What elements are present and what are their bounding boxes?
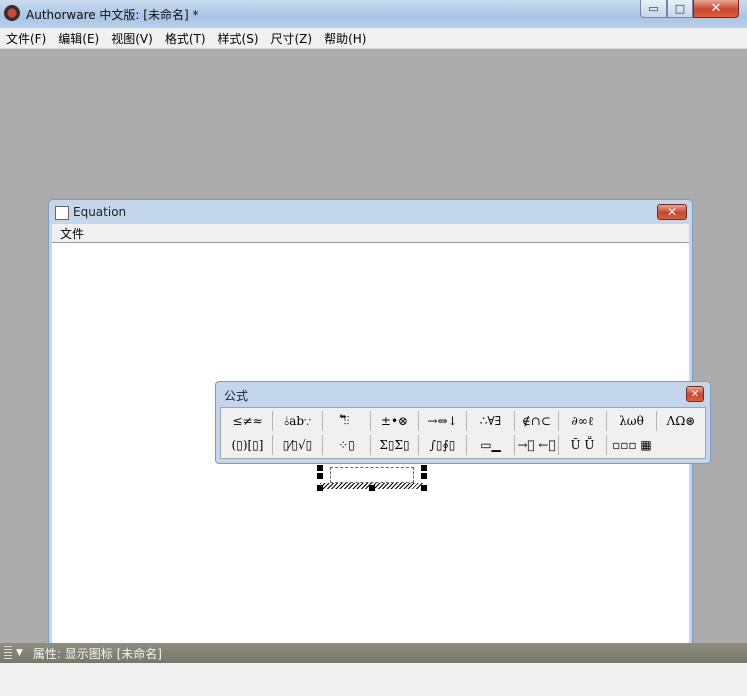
resize-handle[interactable] (317, 473, 323, 479)
misc-symbols-button[interactable]: ∂∞ℓ (559, 411, 607, 431)
summation-templates-button[interactable]: Σ▯Σ▯ (371, 435, 419, 455)
greek-lowercase-button[interactable]: λωθ (607, 411, 657, 431)
menu-style[interactable]: 样式(S) (212, 30, 265, 47)
properties-title: 属性: 显示图标 [未命名] (32, 646, 162, 661)
palette-close-button[interactable]: ✕ (686, 386, 704, 402)
equation-close-button[interactable]: ✕ (657, 204, 687, 220)
spaces-ellipses-button[interactable]: ⫰ab∵ (273, 411, 323, 431)
greek-uppercase-button[interactable]: ΛΩ⊛ (657, 411, 705, 431)
fence-templates-button[interactable]: (▯)[▯] (223, 435, 273, 455)
properties-bar[interactable]: ▼ 属性: 显示图标 [未命名] (0, 643, 747, 663)
palette-row-1: ≤≠≈ ⫰ab∵ ⫶⃗⃖⫶ ±•⊗ →⇔↓ ∴∀∃ ∉∩⊂ ∂∞ℓ λωθ ΛΩ… (223, 410, 705, 432)
equation-menu-file[interactable]: 文件 (52, 225, 84, 242)
properties-body (0, 663, 747, 696)
menu-format[interactable]: 格式(T) (159, 30, 212, 47)
integral-templates-button[interactable]: ∫▯∮▯ (419, 435, 467, 455)
main-menubar: 文件(F) 编辑(E) 视图(V) 格式(T) 样式(S) 尺寸(Z) 帮助(H… (0, 28, 747, 49)
main-titlebar: Authorware 中文版: [未命名] * ▭ □ ✕ (0, 0, 747, 29)
resize-handle[interactable] (317, 485, 323, 491)
resize-handle[interactable] (421, 485, 427, 491)
authorware-app-icon (4, 5, 20, 21)
menu-edit[interactable]: 编辑(E) (52, 30, 105, 47)
bar-templates-button[interactable]: ▭▁ (467, 435, 515, 455)
menu-size[interactable]: 尺寸(Z) (265, 30, 319, 47)
close-button[interactable]: ✕ (693, 0, 739, 18)
operator-symbols-button[interactable]: ±•⊗ (371, 411, 419, 431)
logic-symbols-button[interactable]: ∴∀∃ (467, 411, 515, 431)
resize-handle[interactable] (421, 473, 427, 479)
equation-window-title: Equation (73, 205, 127, 219)
equation-menubar: 文件 (52, 224, 689, 243)
minimize-button[interactable]: ▭ (640, 0, 667, 18)
resize-handle[interactable] (421, 465, 427, 471)
grip-handle-icon[interactable] (4, 646, 12, 660)
relation-symbols-button[interactable]: ≤≠≈ (223, 411, 273, 431)
resize-handle[interactable] (369, 485, 375, 491)
equation-input-slot[interactable] (330, 467, 414, 483)
subscript-superscript-button[interactable]: ⁘▯ (323, 435, 371, 455)
resize-handle[interactable] (317, 465, 323, 471)
palette-body: ≤≠≈ ⫰ab∵ ⫶⃗⃖⫶ ±•⊗ →⇔↓ ∴∀∃ ∉∩⊂ ∂∞ℓ λωθ ΛΩ… (220, 407, 706, 459)
labeled-arrow-button[interactable]: →⃪ ←⃪ (515, 435, 559, 455)
arrow-symbols-button[interactable]: →⇔↓ (419, 411, 467, 431)
equation-selection-box[interactable] (317, 465, 427, 491)
collapse-arrow-icon[interactable]: ▼ (16, 648, 23, 658)
embellishments-button[interactable]: ⫶⃗⃖⫶ (323, 411, 371, 431)
palette-row-2: (▯)[▯] ▯⁄▯√▯ ⁘▯ Σ▯Σ▯ ∫▯∮▯ ▭▁ →⃪ ←⃪ Ū Ṻ ▫… (223, 434, 705, 456)
menu-file[interactable]: 文件(F) (0, 30, 52, 47)
menu-view[interactable]: 视图(V) (105, 30, 159, 47)
formula-palette: 公式 ✕ ≤≠≈ ⫰ab∵ ⫶⃗⃖⫶ ±•⊗ →⇔↓ ∴∀∃ ∉∩⊂ ∂∞ℓ λ… (215, 381, 711, 464)
equation-window-icon (55, 206, 69, 220)
menu-help[interactable]: 帮助(H) (318, 30, 372, 47)
set-theory-button[interactable]: ∉∩⊂ (515, 411, 559, 431)
palette-title: 公式 (224, 389, 249, 403)
matrix-templates-button[interactable]: ▫▫▫ ▦ (607, 435, 657, 455)
app-title: Authorware 中文版: [未命名] * (26, 8, 199, 22)
maximize-button[interactable]: □ (667, 0, 693, 18)
fraction-radical-button[interactable]: ▯⁄▯√▯ (273, 435, 323, 455)
product-templates-button[interactable]: Ū Ṻ (559, 435, 607, 455)
